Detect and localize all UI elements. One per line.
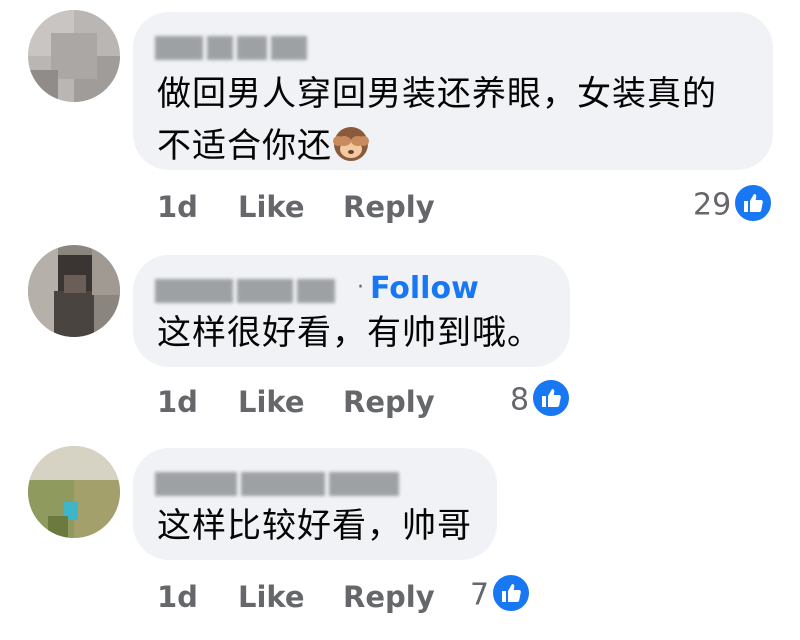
separator-dot: · xyxy=(357,275,364,300)
avatar[interactable] xyxy=(28,10,120,102)
avatar[interactable] xyxy=(28,446,120,538)
reaction-count: 8 xyxy=(510,382,530,418)
comment-3: 这样比较好看，帅哥 1d Like Reply 7 xyxy=(0,430,800,640)
timestamp[interactable]: 1d xyxy=(157,580,198,614)
reaction-summary[interactable]: 8 xyxy=(510,378,572,421)
comment-text: 这样比较好看，帅哥 xyxy=(157,500,472,552)
comment-text-line: 不适合你还 xyxy=(157,120,717,172)
like-link[interactable]: Like xyxy=(238,385,305,419)
comment-1: 做回男人穿回男装还养眼，女装真的 不适合你还 1d Like Reply 29 xyxy=(0,0,800,235)
author-name-redacted[interactable] xyxy=(155,36,315,60)
reaction-summary[interactable]: 7 xyxy=(470,573,532,616)
like-reaction-icon xyxy=(733,183,774,223)
comment-text-line: 这样比较好看，帅哥 xyxy=(157,506,472,546)
comment-bubble: 这样比较好看，帅哥 xyxy=(133,448,497,560)
like-reaction-icon xyxy=(531,378,572,418)
reaction-count: 7 xyxy=(470,577,490,613)
author-name-redacted[interactable] xyxy=(155,472,405,496)
reply-link[interactable]: Reply xyxy=(343,385,435,419)
comment-text: 做回男人穿回男装还养眼，女装真的 不适合你还 xyxy=(157,68,717,172)
follow-button[interactable]: Follow xyxy=(370,271,479,306)
comment-bubble: · Follow 这样很好看，有帅到哦。 xyxy=(133,255,570,367)
author-name-redacted[interactable] xyxy=(155,279,345,303)
like-link[interactable]: Like xyxy=(238,190,305,224)
avatar[interactable] xyxy=(28,245,120,337)
reply-link[interactable]: Reply xyxy=(343,580,435,614)
reaction-summary[interactable]: 29 xyxy=(693,183,774,226)
comment-text-line: 做回男人穿回男装还养眼，女装真的 xyxy=(157,74,717,114)
like-link[interactable]: Like xyxy=(238,580,305,614)
see-no-evil-monkey-icon xyxy=(332,125,370,163)
comment-text-line: 这样很好看，有帅到哦。 xyxy=(157,313,542,353)
follow-control: · Follow xyxy=(357,271,479,306)
reply-link[interactable]: Reply xyxy=(343,190,435,224)
comment-bubble: 做回男人穿回男装还养眼，女装真的 不适合你还 xyxy=(133,12,773,170)
comment-text: 这样很好看，有帅到哦。 xyxy=(157,307,542,359)
comment-2: · Follow 这样很好看，有帅到哦。 1d Like Reply 8 xyxy=(0,235,800,430)
like-reaction-icon xyxy=(491,573,532,613)
timestamp[interactable]: 1d xyxy=(157,190,198,224)
reaction-count: 29 xyxy=(693,187,732,223)
timestamp[interactable]: 1d xyxy=(157,385,198,419)
